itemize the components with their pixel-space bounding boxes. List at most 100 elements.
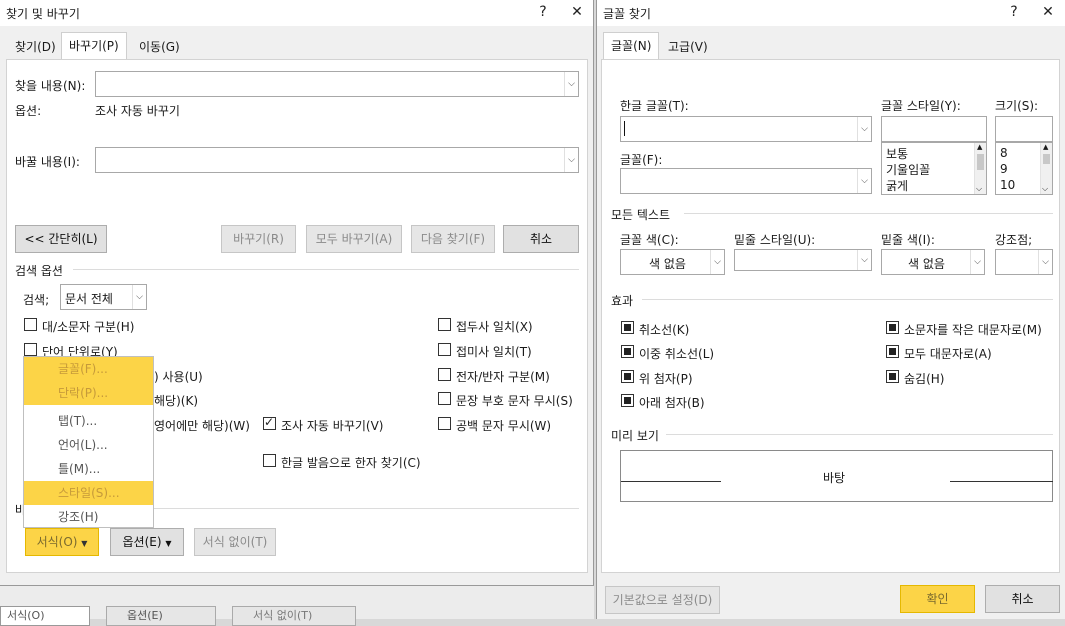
- find-label: 찾을 내용(N):: [15, 79, 86, 93]
- hanja-checkbox[interactable]: [263, 454, 276, 467]
- chevron-down-icon[interactable]: ⌵: [970, 250, 984, 274]
- find-next-button[interactable]: 다음 찾기(F): [411, 225, 495, 253]
- size-input[interactable]: [995, 116, 1053, 142]
- help-button[interactable]: ?: [1001, 2, 1027, 22]
- font-style-list[interactable]: 보통 기울임꼴 굵게 ▲ ⌵: [881, 142, 987, 195]
- hangul-font-input[interactable]: ⌵: [620, 116, 872, 142]
- format-menu: 글꼴(F)... 단락(P)... 탭(T)... 언어(L)... 틀(M).…: [23, 356, 154, 528]
- text-cursor: [624, 121, 625, 136]
- match-case-label: 대/소문자 구분(H): [42, 320, 135, 334]
- auto-josa-checkbox[interactable]: [263, 415, 276, 430]
- format-button-label: 서식(O): [36, 535, 78, 549]
- font-input[interactable]: ⌵: [620, 168, 872, 194]
- close-button[interactable]: ✕: [564, 2, 590, 22]
- font-style-option[interactable]: 굵게: [886, 177, 908, 194]
- cancel-button[interactable]: 취소: [503, 225, 579, 253]
- chevron-down-icon[interactable]: ⌵: [857, 117, 871, 141]
- replace-all-button[interactable]: 모두 바꾸기(A): [306, 225, 402, 253]
- size-option[interactable]: 8: [1000, 146, 1008, 160]
- wildcard-label-partial: ) 사용(U): [154, 370, 203, 384]
- options-value: 조사 자동 바꾸기: [95, 104, 180, 118]
- chevron-down-icon[interactable]: ⌵: [857, 169, 871, 193]
- strikethrough-checkbox[interactable]: [621, 321, 634, 334]
- scroll-down-icon[interactable]: ⌵: [976, 184, 982, 194]
- scrollbar[interactable]: ▲ ⌵: [1040, 143, 1052, 194]
- all-caps-checkbox[interactable]: [886, 345, 899, 358]
- emphasis-select[interactable]: ⌵: [995, 249, 1053, 275]
- small-caps-checkbox[interactable]: [886, 321, 899, 334]
- width-checkbox[interactable]: [438, 368, 451, 381]
- font-color-value: 색 없음: [649, 257, 686, 271]
- subscript-checkbox[interactable]: [621, 394, 634, 407]
- scroll-thumb[interactable]: [977, 154, 984, 170]
- menu-item-paragraph[interactable]: 단락(P)...: [24, 381, 153, 405]
- dialog-title: 찾기 및 바꾸기: [6, 7, 80, 21]
- suffix-checkbox[interactable]: [438, 343, 451, 356]
- tab-find[interactable]: 찾기(D): [8, 36, 63, 60]
- hidden-checkbox[interactable]: [886, 370, 899, 383]
- ignore-space-label: 공백 문자 무시(W): [456, 419, 552, 433]
- ok-button[interactable]: 확인: [900, 585, 975, 613]
- font-color-select[interactable]: 색 없음 ⌵: [620, 249, 725, 275]
- font-style-option[interactable]: 보통: [886, 145, 908, 162]
- close-button[interactable]: ✕: [1035, 2, 1061, 22]
- underline-style-select[interactable]: ⌵: [734, 249, 872, 271]
- menu-item-style[interactable]: 스타일(S)...: [24, 481, 153, 505]
- font-style-input[interactable]: [881, 116, 987, 142]
- replace-input[interactable]: ⌵: [95, 147, 579, 173]
- underline-color-select[interactable]: 색 없음 ⌵: [881, 249, 985, 275]
- font-style-option[interactable]: 기울임꼴: [886, 161, 930, 178]
- less-button[interactable]: << 간단히(L): [15, 225, 107, 253]
- superscript-checkbox[interactable]: [621, 370, 634, 383]
- tab-advanced[interactable]: 고급(V): [661, 36, 715, 60]
- preview-text: 바탕: [823, 471, 846, 485]
- whole-word-checkbox[interactable]: [24, 343, 37, 356]
- superscript-label: 위 첨자(P): [639, 372, 693, 386]
- tab-font[interactable]: 글꼴(N): [603, 32, 660, 60]
- help-button[interactable]: ?: [530, 2, 556, 22]
- special-button[interactable]: 옵션(E) ▼: [110, 528, 184, 556]
- scroll-up-icon[interactable]: ▲: [1043, 143, 1048, 151]
- menu-item-frame[interactable]: 틀(M)...: [24, 457, 153, 481]
- scroll-thumb[interactable]: [1043, 154, 1050, 164]
- search-label: 검색;: [23, 293, 50, 307]
- menu-item-font[interactable]: 글꼴(F)...: [24, 357, 153, 381]
- no-format-button[interactable]: 서식 없이(T): [194, 528, 276, 556]
- match-case-checkbox[interactable]: [24, 318, 37, 331]
- format-button[interactable]: 서식(O) ▼: [25, 528, 99, 556]
- title-bar: 글꼴 찾기 ? ✕: [597, 0, 1065, 26]
- search-scope-value: 문서 전체: [65, 292, 113, 306]
- emphasis-label: 강조점;: [995, 233, 1033, 247]
- tab-goto[interactable]: 이동(G): [132, 36, 187, 60]
- menu-item-tabs[interactable]: 탭(T)...: [24, 409, 153, 433]
- size-option[interactable]: 10: [1000, 178, 1015, 192]
- scroll-down-icon[interactable]: ⌵: [1042, 184, 1048, 194]
- find-input[interactable]: ⌵: [95, 71, 579, 97]
- replace-button[interactable]: 바꾸기(R): [221, 225, 296, 253]
- size-list[interactable]: 8 9 10 ▲ ⌵: [995, 142, 1053, 195]
- divider: [684, 213, 1053, 214]
- menu-item-language[interactable]: 언어(L)...: [24, 433, 153, 457]
- double-strikethrough-checkbox[interactable]: [621, 345, 634, 358]
- chevron-down-icon[interactable]: ⌵: [1038, 250, 1052, 274]
- ignore-space-checkbox[interactable]: [438, 417, 451, 430]
- search-scope-select[interactable]: 문서 전체 ⌵: [60, 284, 147, 310]
- cancel-button[interactable]: 취소: [985, 585, 1060, 613]
- menu-item-highlight[interactable]: 강조(H): [24, 505, 153, 529]
- chevron-down-icon[interactable]: ⌵: [857, 250, 871, 270]
- chevron-down-icon[interactable]: ⌵: [132, 285, 146, 309]
- tab-replace[interactable]: 바꾸기(P): [61, 32, 127, 60]
- chevron-down-icon[interactable]: ⌵: [564, 148, 578, 172]
- sounds-like-label-partial: 해당)(K): [154, 394, 198, 408]
- bg-button-3: 서식 없이(T): [232, 606, 356, 626]
- chevron-down-icon[interactable]: ⌵: [564, 72, 578, 96]
- chevron-down-icon[interactable]: ⌵: [710, 250, 724, 274]
- divider: [73, 269, 579, 270]
- scroll-up-icon[interactable]: ▲: [977, 143, 982, 151]
- size-option[interactable]: 9: [1000, 162, 1008, 176]
- ignore-punct-checkbox[interactable]: [438, 392, 451, 405]
- title-bar: 찾기 및 바꾸기 ? ✕: [0, 0, 593, 26]
- set-default-button[interactable]: 기본값으로 설정(D): [605, 586, 720, 614]
- prefix-checkbox[interactable]: [438, 318, 451, 331]
- scrollbar[interactable]: ▲ ⌵: [974, 143, 986, 194]
